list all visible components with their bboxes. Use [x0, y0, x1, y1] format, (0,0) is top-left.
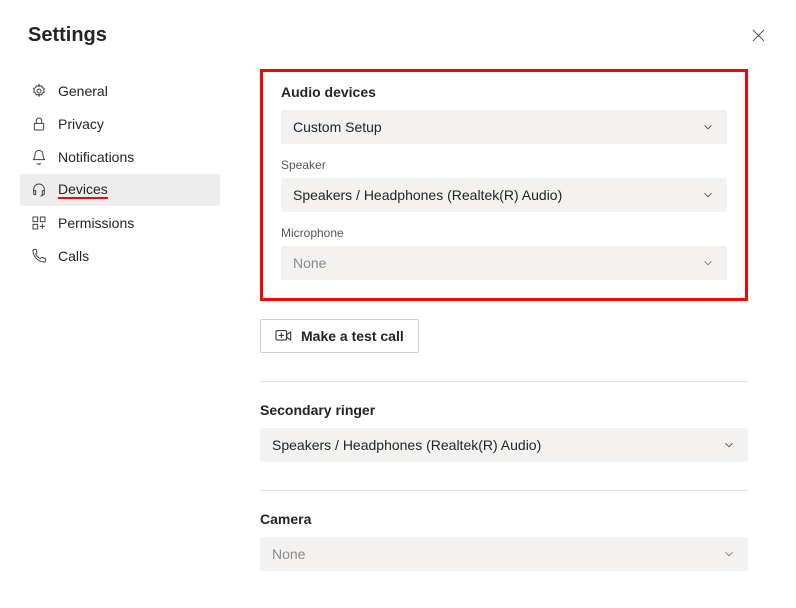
- close-icon: [752, 29, 765, 42]
- secondary-ringer-dropdown[interactable]: Speakers / Headphones (Realtek(R) Audio): [260, 428, 748, 462]
- section-title-secondary-ringer: Secondary ringer: [260, 402, 748, 418]
- sidebar-item-calls[interactable]: Calls: [20, 240, 220, 272]
- sidebar-item-notifications[interactable]: Notifications: [20, 141, 220, 173]
- content: Audio devices Custom Setup Speaker Speak…: [220, 59, 796, 571]
- app-icon: [30, 214, 48, 232]
- header: Settings: [0, 0, 796, 59]
- audio-devices-section: Audio devices Custom Setup Speaker Speak…: [260, 69, 748, 301]
- sidebar-item-devices[interactable]: Devices: [20, 174, 220, 206]
- test-call-icon: [275, 328, 293, 344]
- camera-dropdown[interactable]: None: [260, 537, 748, 571]
- dropdown-value: Speakers / Headphones (Realtek(R) Audio): [293, 187, 562, 203]
- chevron-down-icon: [701, 256, 715, 270]
- headset-icon: [30, 181, 48, 199]
- chevron-down-icon: [701, 120, 715, 134]
- audio-device-dropdown[interactable]: Custom Setup: [281, 110, 727, 144]
- close-button[interactable]: [748, 26, 768, 46]
- bell-icon: [30, 148, 48, 166]
- microphone-dropdown[interactable]: None: [281, 246, 727, 280]
- speaker-label: Speaker: [281, 158, 727, 172]
- chevron-down-icon: [722, 438, 736, 452]
- lock-icon: [30, 115, 48, 133]
- sidebar-item-general[interactable]: General: [20, 75, 220, 107]
- chevron-down-icon: [701, 188, 715, 202]
- section-title-audio: Audio devices: [281, 84, 727, 100]
- sidebar-item-label: Notifications: [58, 149, 134, 165]
- sidebar: General Privacy Notifications Devices Pe: [20, 59, 220, 571]
- sidebar-item-label: Permissions: [58, 215, 134, 231]
- make-test-call-button[interactable]: Make a test call: [260, 319, 419, 353]
- sidebar-item-label: Privacy: [58, 116, 104, 132]
- dropdown-value: None: [272, 546, 305, 562]
- button-label: Make a test call: [301, 328, 404, 344]
- phone-icon: [30, 247, 48, 265]
- page-title: Settings: [28, 24, 107, 47]
- dropdown-value: Custom Setup: [293, 119, 382, 135]
- body: General Privacy Notifications Devices Pe: [0, 59, 796, 571]
- divider: [260, 490, 748, 491]
- sidebar-item-permissions[interactable]: Permissions: [20, 207, 220, 239]
- dropdown-value: None: [293, 255, 326, 271]
- dropdown-value: Speakers / Headphones (Realtek(R) Audio): [272, 437, 541, 453]
- chevron-down-icon: [722, 547, 736, 561]
- microphone-label: Microphone: [281, 226, 727, 240]
- gear-icon: [30, 82, 48, 100]
- sidebar-item-label: Devices: [58, 181, 108, 199]
- sidebar-item-label: General: [58, 83, 108, 99]
- sidebar-item-privacy[interactable]: Privacy: [20, 108, 220, 140]
- divider: [260, 381, 748, 382]
- sidebar-item-label: Calls: [58, 248, 89, 264]
- section-title-camera: Camera: [260, 511, 748, 527]
- speaker-dropdown[interactable]: Speakers / Headphones (Realtek(R) Audio): [281, 178, 727, 212]
